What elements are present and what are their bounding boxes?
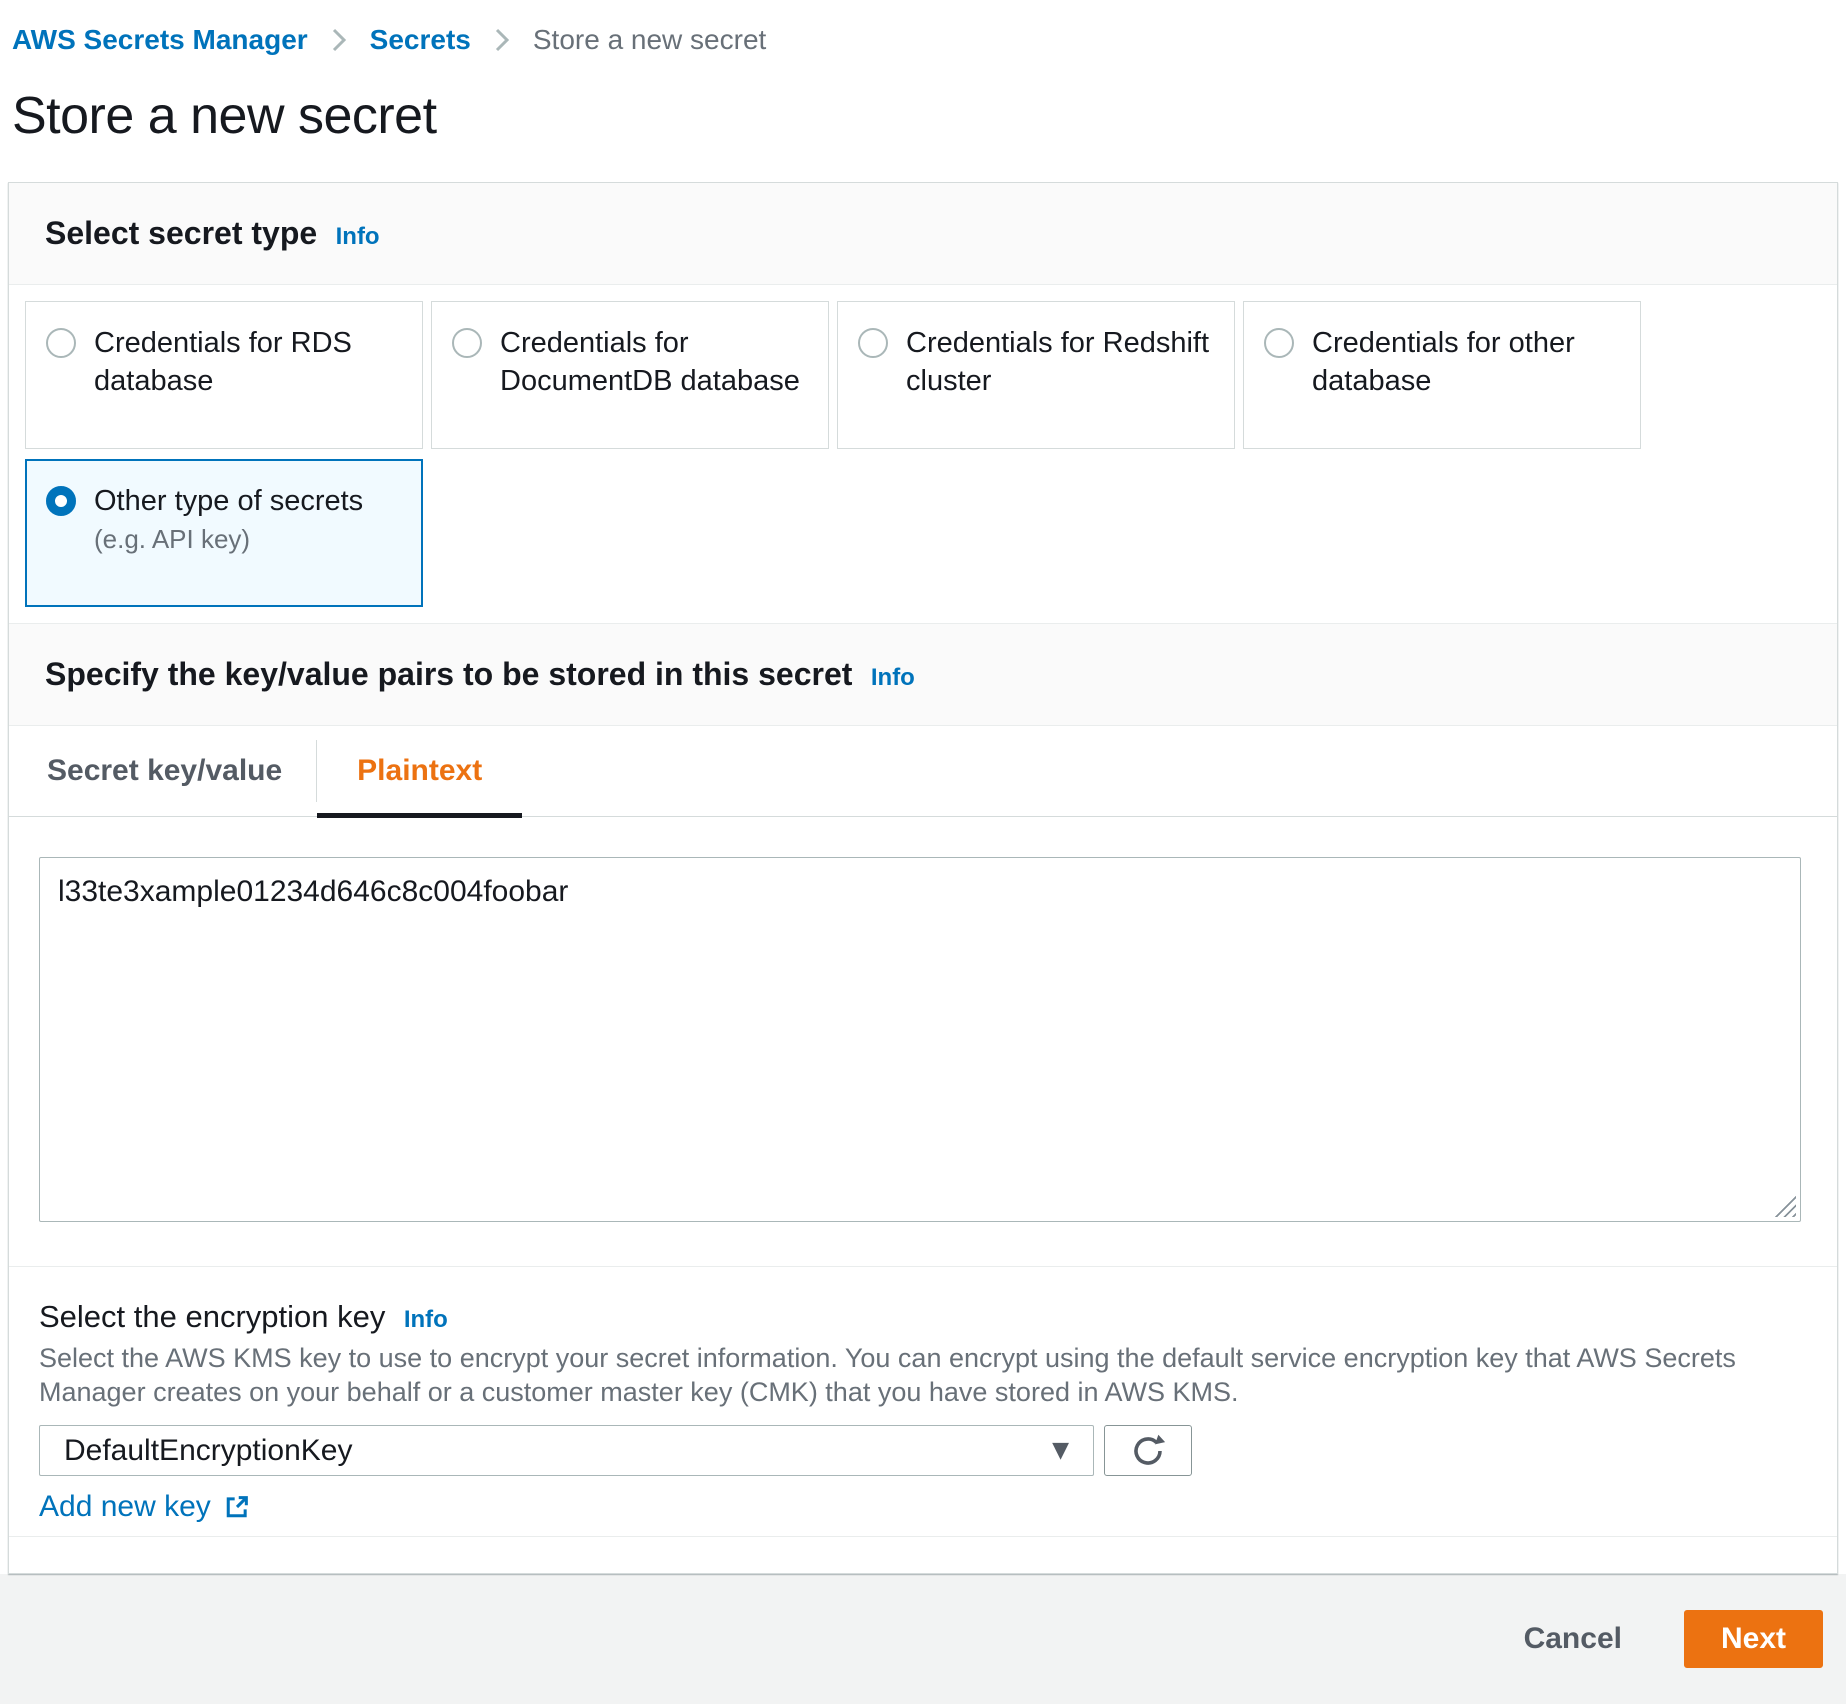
next-button[interactable]: Next (1684, 1610, 1823, 1668)
add-new-key-label: Add new key (39, 1490, 211, 1524)
encryption-key-select[interactable]: DefaultEncryptionKey ▼ (39, 1425, 1094, 1476)
card-footer-strip (9, 1536, 1837, 1573)
radio-tile-sublabel: (e.g. API key) (94, 522, 363, 556)
plaintext-tab-panel: l33te3xample01234d646c8c004foobar (9, 817, 1837, 1266)
encryption-key-description: Select the AWS KMS key to use to encrypt… (39, 1341, 1799, 1409)
radio-tile-label: Other type of secrets (94, 485, 363, 517)
page-content: AWS Secrets Manager Secrets Store a new … (0, 0, 1846, 1574)
select-secret-type-header: Select secret type Info (9, 183, 1837, 285)
refresh-icon (1130, 1433, 1166, 1469)
radio-tile-label: Credentials for Redshift cluster (906, 324, 1214, 400)
store-secret-card: Select secret type Info Credentials for … (8, 182, 1838, 1574)
encryption-key-section: Select the encryption key Info Select th… (9, 1267, 1837, 1536)
radio-tile-rds-database[interactable]: Credentials for RDS database (25, 301, 423, 449)
radio-button-icon[interactable] (1264, 328, 1294, 358)
select-secret-type-info-link[interactable]: Info (336, 223, 380, 250)
breadcrumb-chevron-icon (493, 27, 511, 53)
keyvalue-section-header: Specify the key/value pairs to be stored… (9, 623, 1837, 726)
breadcrumb-chevron-icon (330, 27, 348, 53)
encryption-key-info-link[interactable]: Info (404, 1306, 448, 1333)
radio-tile-label: Credentials for other database (1312, 324, 1620, 400)
radio-tile-label: Credentials for DocumentDB database (500, 324, 808, 400)
radio-tile-other-type-of-secrets[interactable]: Other type of secrets (e.g. API key) (25, 459, 423, 607)
breadcrumb-link-secrets-manager[interactable]: AWS Secrets Manager (12, 24, 308, 56)
keyvalue-section-heading: Specify the key/value pairs to be stored… (45, 656, 852, 692)
chevron-down-icon: ▼ (1052, 1438, 1069, 1463)
add-new-key-link[interactable]: Add new key (39, 1490, 251, 1524)
radio-tile-label: Credentials for RDS database (94, 324, 402, 400)
radio-tile-documentdb-database[interactable]: Credentials for DocumentDB database (431, 301, 829, 449)
secret-value-tabs: Secret key/value Plaintext (9, 726, 1837, 817)
external-link-icon (223, 1493, 251, 1521)
radio-tile-redshift-cluster[interactable]: Credentials for Redshift cluster (837, 301, 1235, 449)
radio-button-icon[interactable] (452, 328, 482, 358)
wizard-actions: Cancel Next (0, 1574, 1846, 1668)
encryption-key-selected-value: DefaultEncryptionKey (64, 1434, 353, 1468)
page-title: Store a new secret (12, 86, 1838, 146)
radio-button-selected-icon[interactable] (46, 486, 76, 516)
refresh-keys-button[interactable] (1104, 1425, 1192, 1476)
secret-type-options: Credentials for RDS database Credentials… (9, 285, 1837, 623)
tab-plaintext[interactable]: Plaintext (317, 726, 522, 816)
radio-tile-other-database[interactable]: Credentials for other database (1243, 301, 1641, 449)
keyvalue-section-info-link[interactable]: Info (871, 664, 915, 691)
encryption-key-label: Select the encryption key (39, 1299, 385, 1334)
tab-secret-keyvalue[interactable]: Secret key/value (9, 726, 316, 816)
radio-button-icon[interactable] (46, 328, 76, 358)
plaintext-secret-textarea[interactable]: l33te3xample01234d646c8c004foobar (39, 857, 1801, 1222)
cancel-button[interactable]: Cancel (1524, 1622, 1622, 1656)
breadcrumb-current-page: Store a new secret (533, 24, 766, 56)
radio-button-icon[interactable] (858, 328, 888, 358)
breadcrumb: AWS Secrets Manager Secrets Store a new … (8, 0, 1838, 56)
breadcrumb-link-secrets[interactable]: Secrets (370, 24, 471, 56)
select-secret-type-heading: Select secret type (45, 215, 317, 251)
